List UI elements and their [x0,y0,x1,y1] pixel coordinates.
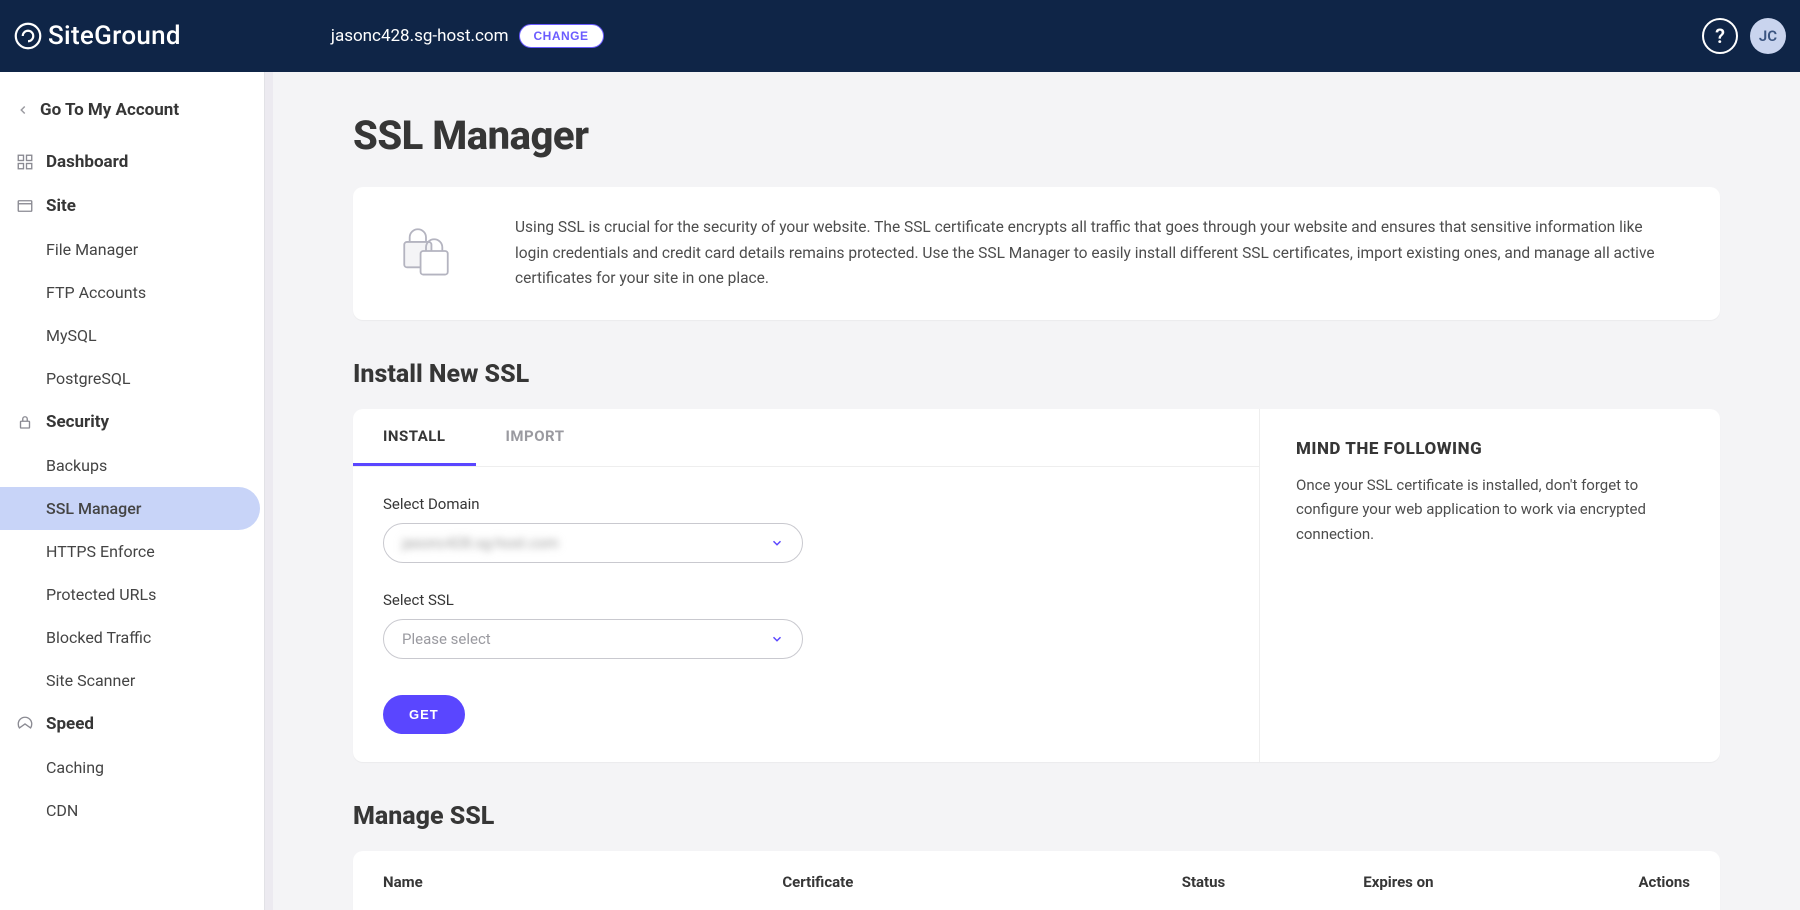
select-ssl-placeholder: Please select [402,630,491,648]
current-domain: jasonc428.sg-host.com [331,26,509,46]
sidebar-item-label: Security [46,412,109,432]
sidebar-item-blocked-traffic[interactable]: Blocked Traffic [0,616,260,659]
sidebar-item-protected-urls[interactable]: Protected URLs [0,573,260,616]
sidebar-item-https-enforce[interactable]: HTTPS Enforce [0,530,260,573]
get-button[interactable]: GET [383,695,465,734]
site-indicator: jasonc428.sg-host.com CHANGE [331,24,604,48]
logo-text: SiteGround [48,21,181,51]
select-domain-label: Select Domain [383,495,803,513]
select-domain-value: jasonc428.sg-host.com [402,534,559,552]
topbar: SiteGround jasonc428.sg-host.com CHANGE … [0,0,1800,72]
install-tabs: INSTALL IMPORT [353,409,1259,467]
sidebar-item-ssl-manager[interactable]: SSL Manager [0,487,260,530]
col-certificate: Certificate [782,873,1181,891]
main-content: SSL Manager Using SSL is crucial for the… [265,72,1800,910]
col-name: Name [383,873,782,891]
sidebar-item-ftp-accounts[interactable]: FTP Accounts [0,271,260,314]
select-ssl-dropdown[interactable]: Please select [383,619,803,659]
sidebar-item-mysql[interactable]: MySQL [0,314,260,357]
sidebar-item-dashboard[interactable]: Dashboard [0,140,264,184]
chevron-down-icon [770,536,784,550]
page-title: SSL Manager [353,112,1768,159]
ssl-intro-icon [397,222,455,284]
sidebar-item-file-manager[interactable]: File Manager [0,228,260,271]
intro-card: Using SSL is crucial for the security of… [353,187,1720,320]
sidebar-item-security[interactable]: Security [0,400,264,444]
select-ssl-label: Select SSL [383,591,803,609]
sidebar-item-site[interactable]: Site [0,184,264,228]
sidebar-item-label: Speed [46,714,94,734]
select-domain-dropdown[interactable]: jasonc428.sg-host.com [383,523,803,563]
install-card: INSTALL IMPORT Select Domain jasonc428.s… [353,409,1720,762]
logo-icon [14,22,42,50]
sidebar-item-site-scanner[interactable]: Site Scanner [0,659,260,702]
col-expires: Expires on [1363,873,1581,891]
lock-icon [16,413,34,431]
sidebar-item-cdn[interactable]: CDN [0,789,260,832]
help-button[interactable]: ? [1702,18,1738,54]
sidebar-item-backups[interactable]: Backups [0,444,260,487]
go-back-label: Go To My Account [40,100,179,120]
install-heading: Install New SSL [353,360,1720,389]
dashboard-icon [16,153,34,171]
mind-text: Once your SSL certificate is installed, … [1296,473,1684,547]
go-to-account-link[interactable]: Go To My Account [0,90,264,140]
arrow-left-icon [16,103,30,117]
sidebar: Go To My Account Dashboard Site File Man… [0,72,265,910]
manage-table: Name Certificate Status Expires on Actio… [353,851,1720,910]
chevron-down-icon [770,632,784,646]
logo[interactable]: SiteGround [14,21,181,51]
change-site-button[interactable]: CHANGE [519,24,604,48]
sidebar-item-speed[interactable]: Speed [0,702,264,746]
sidebar-item-label: Dashboard [46,152,128,172]
col-actions: Actions [1581,873,1690,891]
sidebar-item-caching[interactable]: Caching [0,746,260,789]
mind-title: MIND THE FOLLOWING [1296,439,1684,459]
tab-import[interactable]: IMPORT [476,409,595,466]
sidebar-item-label: Site [46,196,76,216]
sidebar-item-postgresql[interactable]: PostgreSQL [0,357,260,400]
avatar[interactable]: JC [1750,18,1786,54]
tab-install[interactable]: INSTALL [353,409,476,466]
table-header-row: Name Certificate Status Expires on Actio… [353,851,1720,910]
col-status: Status [1182,873,1364,891]
intro-text: Using SSL is crucial for the security of… [515,215,1676,292]
manage-heading: Manage SSL [353,802,1720,831]
site-icon [16,197,34,215]
speed-icon [16,715,34,733]
